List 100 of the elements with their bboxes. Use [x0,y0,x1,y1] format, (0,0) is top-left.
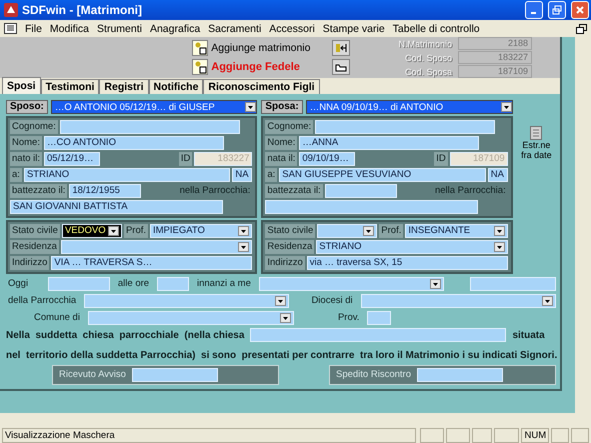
menu-item[interactable]: Accessori [269,22,315,34]
input-field[interactable]: 05/12/19… [44,152,100,166]
tab[interactable]: Registri [99,79,148,94]
spouse-selector[interactable]: …O ANTONIO 05/12/19… di GIUSEP [50,100,258,114]
input-field[interactable]: via … traversa SX, 15 [306,256,508,270]
dropdown-button[interactable] [542,296,553,306]
restore-icon [552,5,562,15]
field-label: Comune di [33,311,81,325]
dropdown-button[interactable] [363,226,374,236]
toolbar-button[interactable] [332,40,350,56]
input-field[interactable] [367,311,392,325]
tab[interactable]: Notifiche [148,79,204,94]
combo-box[interactable]: STRIANO [316,240,508,254]
add-button[interactable]: Aggiunge matrimonio [192,40,310,56]
field-label: battezzata il: [265,184,323,198]
field-label: Ricevuto Avviso [58,368,127,382]
code-field: 2188 [458,37,532,50]
field-label: ID [178,152,192,166]
extraction-label: Estr.ne fra date [520,140,553,160]
window-title: SDFwin - [Matrimoni] [22,3,143,17]
input-field[interactable] [157,277,189,291]
caret-icon [282,316,288,320]
field-label: Spedito Riscontro [335,368,412,382]
input-field[interactable] [250,328,506,342]
folder-icon [335,62,348,72]
caret-icon [278,300,284,302]
person-card-icon [192,40,208,56]
field-label: Nome: [10,136,42,150]
caret-icon [433,282,438,286]
status-pane [446,428,470,443]
status-pane [494,428,520,443]
field-label: innanzi a me [196,277,252,291]
dropdown-button[interactable] [108,226,119,236]
dropdown-button[interactable] [500,102,512,112]
input-field[interactable]: STRIANO [24,168,230,182]
tab[interactable]: Testimoni [40,79,100,94]
dropdown-button[interactable] [245,102,256,112]
input-field[interactable] [48,277,110,291]
person-card-icon [192,59,208,75]
combo-box[interactable]: VEDOVO [62,224,122,238]
declaration-text: nel territorio della suddetta Parrocchia) si sono presentati per contrarre tra loro il Matrimonio i su indicati Signori. [6,350,558,360]
form-icon[interactable] [4,23,17,34]
restore-button[interactable] [548,1,566,19]
close-button[interactable] [571,1,589,19]
field-label: della Parrocchia [7,294,78,308]
input-field[interactable] [60,120,240,134]
caret-icon [248,106,254,108]
caret-icon [504,106,509,108]
dropdown-button[interactable] [280,313,291,323]
selector-label: Sposo: [6,100,48,114]
code-field: 183227 [458,51,532,64]
field-label: Oggi [7,277,30,291]
input-field[interactable]: …ANNA [299,136,480,150]
input-field[interactable] [265,200,478,214]
input-field[interactable]: …CO ANTONIO [44,136,224,150]
restore-icon[interactable] [576,24,587,34]
field-label: ID [434,152,448,166]
input-field[interactable]: NA [488,168,508,182]
field-label: Stato civile [10,224,60,238]
dropdown-button[interactable] [430,279,442,289]
caret-icon [496,230,502,232]
input-field[interactable] [324,184,397,198]
minimize-button[interactable] [525,1,543,19]
menu-item[interactable]: Strumenti [97,22,142,34]
num-indicator: NUM [521,428,550,443]
spouse-selector[interactable]: …NNA 09/10/19… di ANTONIO [306,100,513,114]
input-field[interactable] [470,277,556,291]
tab[interactable]: Riconoscimento Figli [203,79,320,94]
combo-box[interactable]: INSEGNANTE [405,224,508,238]
dropdown-button[interactable] [494,242,505,252]
dropdown-button[interactable] [494,226,505,236]
input-field[interactable]: SAN GIOVANNI BATTISTA [10,200,223,214]
toolbar-button[interactable] [332,59,350,75]
input-field[interactable]: 18/12/1955 [69,184,142,198]
dropdown-button[interactable] [238,226,250,236]
menu-item[interactable]: Stampe varie [322,22,385,34]
tab[interactable]: Sposi [2,77,41,94]
document-icon[interactable] [530,126,542,140]
input-field[interactable]: 09/10/19… [299,152,356,166]
field-label: Indirizzo [10,256,50,270]
menu-item[interactable]: Tabelle di controllo [392,22,480,34]
input-field[interactable] [315,120,496,134]
menu-item[interactable]: Sacramenti [208,22,262,34]
input-field[interactable] [132,368,218,382]
field-label: alle ore [116,277,150,291]
field-label: Prov. [336,311,360,325]
combo-box[interactable]: IMPIEGATO [150,224,252,238]
status-text: Visualizzazione Maschera [2,428,416,443]
input-field[interactable] [416,368,503,382]
input-field[interactable]: VIA … TRAVERSA S… [51,256,252,270]
input-field[interactable]: NA [232,168,252,182]
code-field: 187109 [458,65,532,78]
menu-item[interactable]: File [25,22,42,34]
menu-item[interactable]: Modifica [50,22,90,34]
arrow-icon [335,43,348,53]
dropdown-button[interactable] [238,242,250,252]
dropdown-button[interactable] [275,296,286,306]
menu-item[interactable]: Anagrafica [150,22,200,34]
input-field[interactable]: SAN GIUSEPPE VESUVIANO [279,168,486,182]
selector-label: Sposa: [261,100,303,114]
